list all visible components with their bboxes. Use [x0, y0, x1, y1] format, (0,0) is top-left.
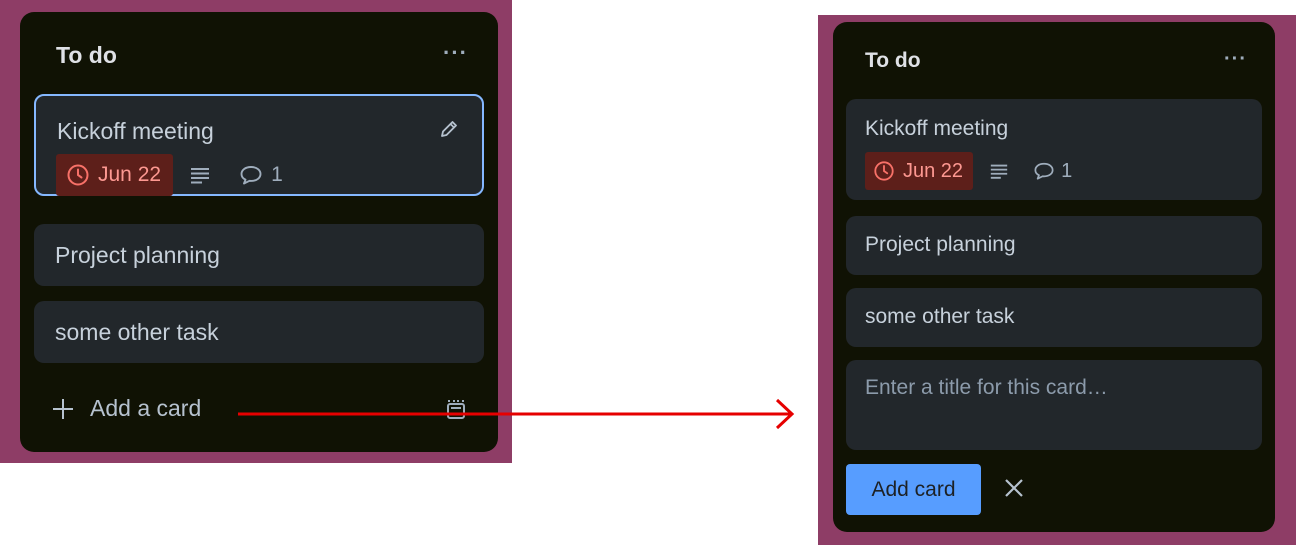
card-kickoff-meeting[interactable]: Kickoff meeting Jun 22 1 [34, 94, 484, 196]
due-date-badge[interactable]: Jun 22 [865, 152, 974, 190]
card-title: some other task [865, 305, 1015, 328]
list-todo-after: To do ··· Kickoff meeting Jun 22 1 Proje… [833, 22, 1275, 532]
add-a-card-label: Add a card [90, 395, 202, 421]
clock-icon [67, 164, 89, 186]
plus-icon [53, 398, 73, 419]
add-a-card-button[interactable]: Add a card [52, 395, 201, 422]
list-todo-before: To do ··· Kickoff meeting Jun 22 1 Proje… [20, 12, 498, 452]
add-card-button[interactable]: Add card [846, 464, 981, 515]
edit-pencil-icon[interactable] [438, 118, 460, 140]
card-title: Project planning [55, 242, 220, 268]
card-badges: Jun 22 1 [865, 152, 1072, 190]
description-icon [990, 164, 1008, 179]
card-title: Project planning [865, 233, 1016, 256]
card-project-planning[interactable]: Project planning [846, 216, 1262, 275]
due-date-text: Jun 22 [98, 163, 162, 186]
card-badges: Jun 22 1 [56, 154, 283, 196]
card-some-other-task[interactable]: some other task [846, 288, 1262, 347]
card-title-input[interactable] [846, 360, 1262, 450]
list-title[interactable]: To do [865, 49, 921, 73]
close-icon[interactable] [1001, 475, 1027, 501]
due-date-badge[interactable]: Jun 22 [56, 154, 174, 196]
card-some-other-task[interactable]: some other task [34, 301, 484, 363]
comment-count: 1 [271, 163, 283, 186]
comment-icon [240, 166, 262, 185]
description-icon [191, 168, 210, 184]
comment-count: 1 [1061, 159, 1073, 182]
card-title: Kickoff meeting [57, 118, 214, 144]
clock-icon [874, 161, 894, 181]
comments-badge: 1 [1033, 160, 1072, 183]
create-from-template-icon[interactable] [444, 398, 468, 422]
comments-badge: 1 [239, 163, 283, 187]
due-date-text: Jun 22 [903, 159, 964, 182]
card-project-planning[interactable]: Project planning [34, 224, 484, 286]
card-title: some other task [55, 319, 219, 345]
list-menu-button[interactable]: ··· [443, 40, 468, 66]
comment-icon [1034, 162, 1054, 180]
card-title: Kickoff meeting [865, 117, 1009, 140]
card-kickoff-meeting[interactable]: Kickoff meeting Jun 22 1 [846, 99, 1262, 200]
list-title[interactable]: To do [56, 42, 117, 69]
list-menu-button[interactable]: ··· [1224, 48, 1247, 71]
